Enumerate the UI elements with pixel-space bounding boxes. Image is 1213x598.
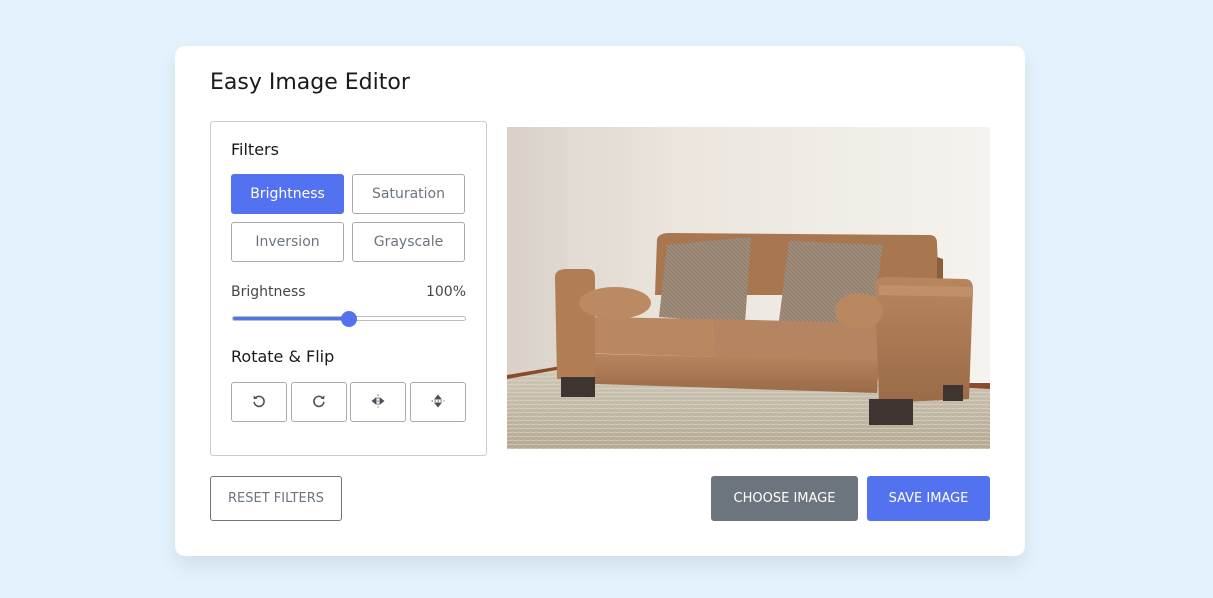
page-title: Easy Image Editor [210,70,410,95]
rotate-left-button[interactable] [231,382,287,422]
flip-horizontal-icon [370,393,386,412]
rotate-right-button[interactable] [291,382,347,422]
flip-horizontal-button[interactable] [350,382,406,422]
slider-filter-name: Brightness [231,284,306,300]
editor-panel: Filters Brightness Saturation Inversion … [210,121,487,456]
flip-vertical-button[interactable] [410,382,466,422]
reset-filters-button[interactable]: Reset Filters [210,476,342,521]
image-preview [507,127,990,449]
save-image-button[interactable]: Save Image [867,476,990,521]
sofa-photo [507,127,990,449]
choose-image-button[interactable]: Choose Image [711,476,858,521]
rotate-flip-heading: Rotate & Flip [231,347,335,366]
filter-brightness-button[interactable]: Brightness [231,174,344,214]
filters-heading: Filters [231,140,279,159]
rotate-left-icon [251,393,267,412]
slider-thumb[interactable] [341,310,357,327]
filter-slider[interactable] [232,310,466,327]
slider-filter-value: 100% [425,284,466,300]
flip-vertical-icon [430,393,446,412]
slider-info: Brightness 100% [231,284,466,300]
filter-saturation-button[interactable]: Saturation [352,174,465,214]
filter-inversion-button[interactable]: Inversion [231,222,344,262]
filter-grayscale-button[interactable]: Grayscale [352,222,465,262]
editor-card: Easy Image Editor Filters Brightness Sat… [175,46,1025,556]
rotate-right-icon [311,393,327,412]
slider-fill [233,317,349,320]
